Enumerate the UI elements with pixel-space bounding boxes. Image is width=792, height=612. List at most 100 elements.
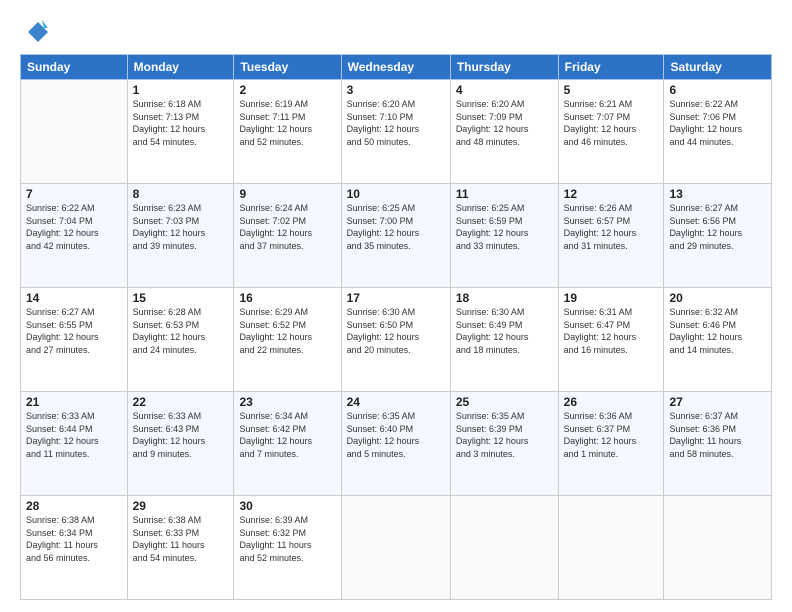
- day-info: Sunrise: 6:36 AM Sunset: 6:37 PM Dayligh…: [564, 410, 659, 460]
- calendar-cell: 27Sunrise: 6:37 AM Sunset: 6:36 PM Dayli…: [664, 392, 772, 496]
- calendar-cell: 13Sunrise: 6:27 AM Sunset: 6:56 PM Dayli…: [664, 184, 772, 288]
- calendar-cell: 14Sunrise: 6:27 AM Sunset: 6:55 PM Dayli…: [21, 288, 128, 392]
- calendar-cell: 11Sunrise: 6:25 AM Sunset: 6:59 PM Dayli…: [450, 184, 558, 288]
- day-info: Sunrise: 6:25 AM Sunset: 7:00 PM Dayligh…: [347, 202, 445, 252]
- day-number: 21: [26, 395, 122, 409]
- day-number: 26: [564, 395, 659, 409]
- calendar-cell: 1Sunrise: 6:18 AM Sunset: 7:13 PM Daylig…: [127, 80, 234, 184]
- calendar-cell: 30Sunrise: 6:39 AM Sunset: 6:32 PM Dayli…: [234, 496, 341, 600]
- day-info: Sunrise: 6:38 AM Sunset: 6:34 PM Dayligh…: [26, 514, 122, 564]
- day-info: Sunrise: 6:20 AM Sunset: 7:10 PM Dayligh…: [347, 98, 445, 148]
- day-info: Sunrise: 6:20 AM Sunset: 7:09 PM Dayligh…: [456, 98, 553, 148]
- day-info: Sunrise: 6:31 AM Sunset: 6:47 PM Dayligh…: [564, 306, 659, 356]
- day-info: Sunrise: 6:23 AM Sunset: 7:03 PM Dayligh…: [133, 202, 229, 252]
- day-info: Sunrise: 6:28 AM Sunset: 6:53 PM Dayligh…: [133, 306, 229, 356]
- calendar-cell: 2Sunrise: 6:19 AM Sunset: 7:11 PM Daylig…: [234, 80, 341, 184]
- day-number: 12: [564, 187, 659, 201]
- calendar-cell: 6Sunrise: 6:22 AM Sunset: 7:06 PM Daylig…: [664, 80, 772, 184]
- day-number: 8: [133, 187, 229, 201]
- calendar-cell: 17Sunrise: 6:30 AM Sunset: 6:50 PM Dayli…: [341, 288, 450, 392]
- calendar-cell: 7Sunrise: 6:22 AM Sunset: 7:04 PM Daylig…: [21, 184, 128, 288]
- calendar-cell: 23Sunrise: 6:34 AM Sunset: 6:42 PM Dayli…: [234, 392, 341, 496]
- day-number: 17: [347, 291, 445, 305]
- day-info: Sunrise: 6:24 AM Sunset: 7:02 PM Dayligh…: [239, 202, 335, 252]
- calendar-table: SundayMondayTuesdayWednesdayThursdayFrid…: [20, 54, 772, 600]
- day-info: Sunrise: 6:30 AM Sunset: 6:50 PM Dayligh…: [347, 306, 445, 356]
- day-info: Sunrise: 6:37 AM Sunset: 6:36 PM Dayligh…: [669, 410, 766, 460]
- day-info: Sunrise: 6:35 AM Sunset: 6:39 PM Dayligh…: [456, 410, 553, 460]
- calendar-cell: 4Sunrise: 6:20 AM Sunset: 7:09 PM Daylig…: [450, 80, 558, 184]
- calendar-cell: [558, 496, 664, 600]
- day-info: Sunrise: 6:30 AM Sunset: 6:49 PM Dayligh…: [456, 306, 553, 356]
- day-number: 16: [239, 291, 335, 305]
- day-info: Sunrise: 6:39 AM Sunset: 6:32 PM Dayligh…: [239, 514, 335, 564]
- weekday-header-thursday: Thursday: [450, 55, 558, 80]
- day-info: Sunrise: 6:21 AM Sunset: 7:07 PM Dayligh…: [564, 98, 659, 148]
- calendar-cell: 25Sunrise: 6:35 AM Sunset: 6:39 PM Dayli…: [450, 392, 558, 496]
- day-number: 22: [133, 395, 229, 409]
- calendar-cell: 20Sunrise: 6:32 AM Sunset: 6:46 PM Dayli…: [664, 288, 772, 392]
- day-info: Sunrise: 6:22 AM Sunset: 7:04 PM Dayligh…: [26, 202, 122, 252]
- calendar-cell: 26Sunrise: 6:36 AM Sunset: 6:37 PM Dayli…: [558, 392, 664, 496]
- day-number: 13: [669, 187, 766, 201]
- calendar-cell: [341, 496, 450, 600]
- day-number: 23: [239, 395, 335, 409]
- day-number: 4: [456, 83, 553, 97]
- day-number: 30: [239, 499, 335, 513]
- calendar-cell: [21, 80, 128, 184]
- day-info: Sunrise: 6:32 AM Sunset: 6:46 PM Dayligh…: [669, 306, 766, 356]
- day-number: 14: [26, 291, 122, 305]
- day-info: Sunrise: 6:18 AM Sunset: 7:13 PM Dayligh…: [133, 98, 229, 148]
- weekday-header-saturday: Saturday: [664, 55, 772, 80]
- calendar-cell: 10Sunrise: 6:25 AM Sunset: 7:00 PM Dayli…: [341, 184, 450, 288]
- day-number: 19: [564, 291, 659, 305]
- day-number: 10: [347, 187, 445, 201]
- day-info: Sunrise: 6:38 AM Sunset: 6:33 PM Dayligh…: [133, 514, 229, 564]
- calendar-cell: 29Sunrise: 6:38 AM Sunset: 6:33 PM Dayli…: [127, 496, 234, 600]
- day-number: 15: [133, 291, 229, 305]
- weekday-header-friday: Friday: [558, 55, 664, 80]
- day-info: Sunrise: 6:34 AM Sunset: 6:42 PM Dayligh…: [239, 410, 335, 460]
- calendar-cell: 21Sunrise: 6:33 AM Sunset: 6:44 PM Dayli…: [21, 392, 128, 496]
- day-number: 3: [347, 83, 445, 97]
- weekday-header-tuesday: Tuesday: [234, 55, 341, 80]
- logo: [20, 18, 50, 46]
- day-number: 20: [669, 291, 766, 305]
- day-number: 6: [669, 83, 766, 97]
- weekday-header-sunday: Sunday: [21, 55, 128, 80]
- calendar-cell: 8Sunrise: 6:23 AM Sunset: 7:03 PM Daylig…: [127, 184, 234, 288]
- day-number: 29: [133, 499, 229, 513]
- calendar-cell: [664, 496, 772, 600]
- day-info: Sunrise: 6:33 AM Sunset: 6:44 PM Dayligh…: [26, 410, 122, 460]
- day-number: 5: [564, 83, 659, 97]
- day-number: 11: [456, 187, 553, 201]
- calendar-cell: 24Sunrise: 6:35 AM Sunset: 6:40 PM Dayli…: [341, 392, 450, 496]
- logo-icon: [20, 18, 48, 46]
- calendar-cell: 12Sunrise: 6:26 AM Sunset: 6:57 PM Dayli…: [558, 184, 664, 288]
- calendar-cell: 5Sunrise: 6:21 AM Sunset: 7:07 PM Daylig…: [558, 80, 664, 184]
- day-info: Sunrise: 6:22 AM Sunset: 7:06 PM Dayligh…: [669, 98, 766, 148]
- day-info: Sunrise: 6:29 AM Sunset: 6:52 PM Dayligh…: [239, 306, 335, 356]
- calendar-cell: 15Sunrise: 6:28 AM Sunset: 6:53 PM Dayli…: [127, 288, 234, 392]
- calendar-cell: 22Sunrise: 6:33 AM Sunset: 6:43 PM Dayli…: [127, 392, 234, 496]
- day-number: 9: [239, 187, 335, 201]
- day-number: 18: [456, 291, 553, 305]
- day-number: 27: [669, 395, 766, 409]
- day-info: Sunrise: 6:19 AM Sunset: 7:11 PM Dayligh…: [239, 98, 335, 148]
- day-info: Sunrise: 6:27 AM Sunset: 6:55 PM Dayligh…: [26, 306, 122, 356]
- calendar-cell: 18Sunrise: 6:30 AM Sunset: 6:49 PM Dayli…: [450, 288, 558, 392]
- weekday-header-wednesday: Wednesday: [341, 55, 450, 80]
- day-number: 24: [347, 395, 445, 409]
- calendar-cell: 3Sunrise: 6:20 AM Sunset: 7:10 PM Daylig…: [341, 80, 450, 184]
- weekday-header-monday: Monday: [127, 55, 234, 80]
- calendar-cell: 28Sunrise: 6:38 AM Sunset: 6:34 PM Dayli…: [21, 496, 128, 600]
- calendar-cell: 16Sunrise: 6:29 AM Sunset: 6:52 PM Dayli…: [234, 288, 341, 392]
- day-number: 1: [133, 83, 229, 97]
- day-number: 28: [26, 499, 122, 513]
- day-number: 7: [26, 187, 122, 201]
- calendar-cell: 9Sunrise: 6:24 AM Sunset: 7:02 PM Daylig…: [234, 184, 341, 288]
- calendar-cell: [450, 496, 558, 600]
- day-info: Sunrise: 6:27 AM Sunset: 6:56 PM Dayligh…: [669, 202, 766, 252]
- day-info: Sunrise: 6:35 AM Sunset: 6:40 PM Dayligh…: [347, 410, 445, 460]
- day-number: 25: [456, 395, 553, 409]
